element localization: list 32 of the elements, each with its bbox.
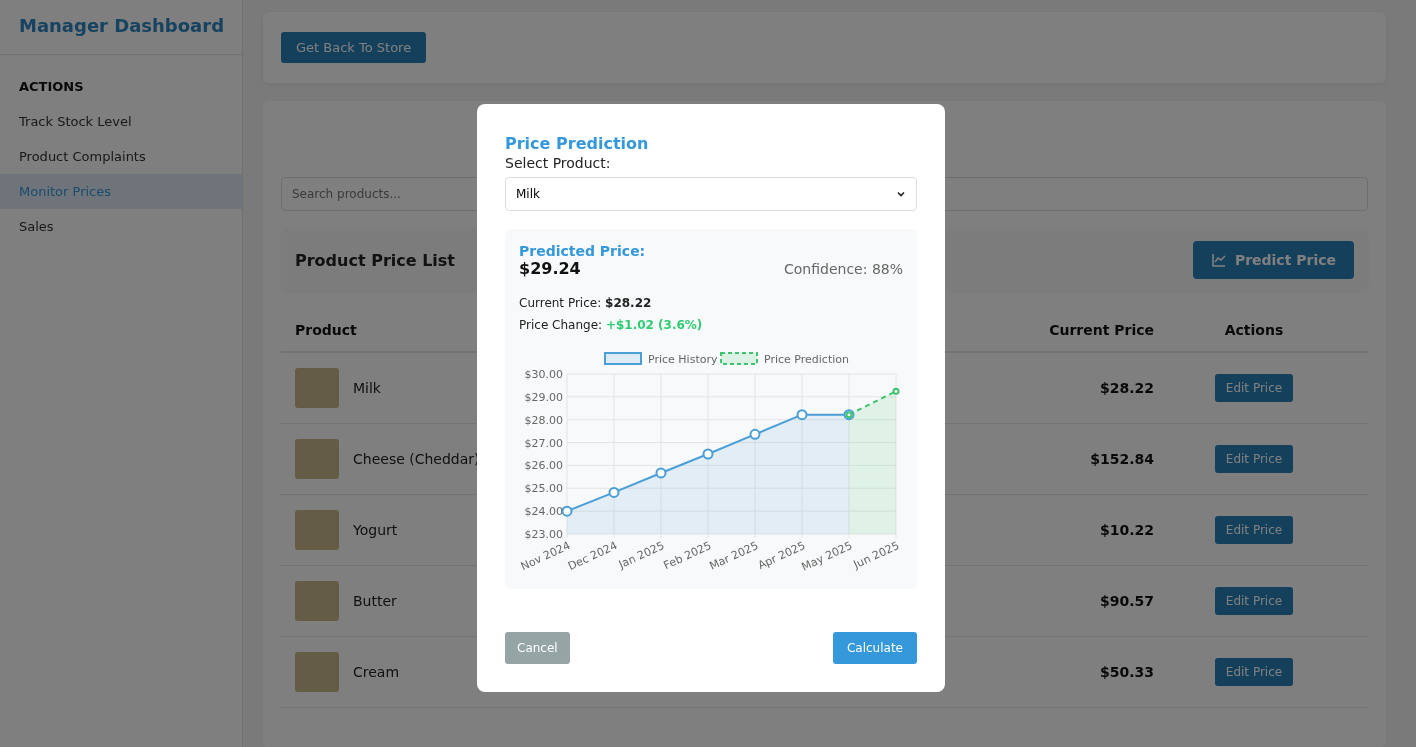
product-name: Cheese (Cheddar) — [353, 451, 480, 467]
legend-label: Price Prediction — [764, 353, 849, 366]
section-heading: ACTIONS — [18, 78, 85, 96]
predicted-value: $29.24 — [519, 259, 581, 278]
y-tick-label: $30.00 — [524, 368, 563, 381]
price-change-text: Price Change: +$1.02 (3.6%) — [519, 318, 704, 332]
column-header: Current Price — [1048, 322, 1154, 338]
product-name: Butter — [353, 593, 397, 609]
y-tick-label: $24.00 — [524, 505, 563, 519]
y-tick-label: $25.00 — [524, 482, 563, 496]
product-name: Cream — [353, 664, 400, 680]
y-tick-label: $26.00 — [524, 459, 563, 473]
field-label: Select Product: — [505, 155, 612, 171]
dialog-title: Price Prediction — [505, 134, 650, 153]
price-cell-text: $152.84 — [1089, 451, 1154, 467]
y-tick-label: $27.00 — [524, 436, 563, 450]
y-tick-label: $29.00 — [524, 390, 563, 404]
product-name: Yogurt — [353, 522, 398, 538]
dashboard-title: Manager Dashboard — [0, 0, 242, 55]
predicted-label: Predicted Price: — [519, 243, 647, 259]
product-name: Milk — [353, 380, 381, 396]
confidence-text: Confidence: 88% — [784, 261, 903, 277]
y-tick-label: $28.00 — [524, 413, 563, 427]
price-cell-text: $90.57 — [1098, 593, 1154, 609]
column-header: Actions — [1223, 322, 1285, 338]
price-cell-text: $10.22 — [1098, 522, 1154, 538]
legend-label: Price History — [648, 353, 718, 366]
price-cell-text: $28.22 — [1098, 380, 1154, 396]
current-price-text: Current Price: $28.22 — [519, 296, 653, 310]
y-tick-label: $23.00 — [524, 528, 563, 541]
list-title: Product Price List — [295, 250, 455, 270]
price-cell-text: $50.33 — [1098, 664, 1154, 680]
